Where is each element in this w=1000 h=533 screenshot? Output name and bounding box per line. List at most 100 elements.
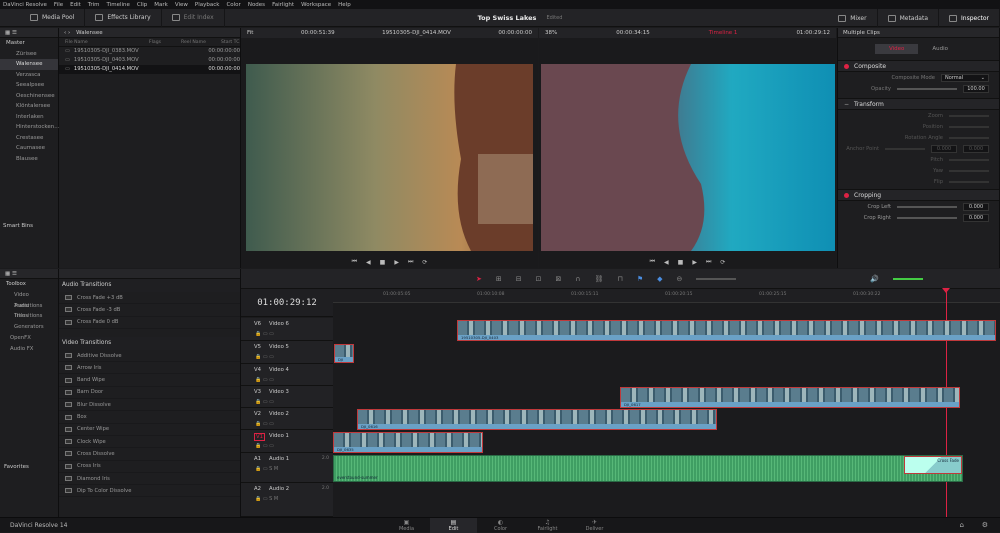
overwrite-icon[interactable]: ⊠ xyxy=(556,275,562,283)
bin-master[interactable]: Master xyxy=(0,38,58,49)
menu-item[interactable]: Timeline xyxy=(107,2,130,8)
transition-item[interactable]: Cross Fade 0 dB xyxy=(59,317,240,329)
transform-slider[interactable] xyxy=(949,125,989,128)
toolbox-item[interactable]: Video Transitions xyxy=(0,290,58,309)
page-tab-fairlight[interactable]: ♫ Fairlight xyxy=(524,518,571,533)
track-id[interactable]: V1 xyxy=(254,433,265,441)
cropping-section[interactable]: Cropping xyxy=(838,189,999,201)
transition-item[interactable]: Dip To Color Dissolve xyxy=(59,485,240,498)
transition-item[interactable]: Cross Fade +3 dB xyxy=(59,292,240,305)
page-tab-color[interactable]: ◐ Color xyxy=(477,518,524,533)
transition-item[interactable]: Cross Iris xyxy=(59,461,240,473)
track-controls-icon[interactable]: 🔒 ▭ S M xyxy=(255,496,278,502)
loop-icon[interactable]: ⟳ xyxy=(422,259,427,266)
track-controls-icon[interactable]: 🔒 ▭ ▭ xyxy=(255,399,274,405)
track-id[interactable]: A2 xyxy=(254,486,261,492)
bin-item[interactable]: Crestasee xyxy=(0,133,58,144)
tab-video[interactable]: Video xyxy=(874,44,919,54)
video-clip-v5[interactable]: DJI xyxy=(334,344,354,363)
track-id[interactable]: A1 xyxy=(254,456,261,462)
mixer-button[interactable]: Mixer xyxy=(828,9,878,27)
play-reverse-icon[interactable]: ◀ xyxy=(664,259,669,266)
transition-item[interactable]: Cross Fade -3 dB xyxy=(59,304,240,317)
enable-dot-icon[interactable] xyxy=(844,192,849,198)
menu-item[interactable]: Mark xyxy=(154,2,168,8)
timeline-name[interactable]: Timeline 1 xyxy=(709,30,738,36)
track-id[interactable]: V3 xyxy=(254,389,261,395)
track-controls-icon[interactable]: 🔒 ▭ ▭ xyxy=(255,443,274,449)
tab-audio[interactable]: Audio xyxy=(918,44,962,54)
track-id[interactable]: V4 xyxy=(254,367,261,373)
metadata-button[interactable]: Metadata xyxy=(878,9,939,27)
volume-icon[interactable]: 🔊 xyxy=(870,275,879,283)
menu-item[interactable]: Nodes xyxy=(248,2,265,8)
transform-section[interactable]: − Transform xyxy=(838,98,999,110)
track-id[interactable]: V5 xyxy=(254,344,261,350)
file-row[interactable]: ▭ 19510305-DJI_0414.MOV 00:00:00:00 xyxy=(59,65,240,74)
audio-transition[interactable]: Cross Fade xyxy=(904,456,962,474)
toolbox-item[interactable]: Generators xyxy=(0,322,58,333)
track-controls-icon[interactable]: 🔒 ▭ S M xyxy=(255,466,278,472)
bin-item[interactable]: Zürisee xyxy=(0,49,58,60)
trim-icon[interactable]: ⊞ xyxy=(496,275,502,283)
track-controls-icon[interactable]: 🔒 ▭ ▭ xyxy=(255,421,274,427)
video-clip-v6[interactable]: 19510305-DJI_0403 xyxy=(457,320,996,341)
chevron-left-icon[interactable]: ‹ › xyxy=(64,30,70,36)
source-zoom[interactable]: Fit xyxy=(247,30,253,36)
play-icon[interactable]: ▶ xyxy=(394,259,399,266)
bin-item[interactable]: Blausee xyxy=(0,154,58,165)
bin-item[interactable]: Hinterstocken... xyxy=(0,122,59,133)
transform-slider[interactable] xyxy=(949,180,989,183)
home-icon[interactable]: ⌂ xyxy=(960,521,964,529)
transform-slider[interactable] xyxy=(949,158,989,161)
source-clip-name[interactable]: 19510305-DJI_0414.MOV xyxy=(382,30,451,36)
transition-item[interactable]: Additive Dissolve xyxy=(59,350,240,363)
page-tab-deliver[interactable]: ✈ Deliver xyxy=(571,518,618,533)
composite-mode-select[interactable]: Normal ⌄ xyxy=(941,73,989,82)
timeline-zoom[interactable]: 38% xyxy=(545,30,557,36)
track-controls-icon[interactable]: 🔒 ▭ ▭ xyxy=(255,354,274,360)
edit-index-button[interactable]: Edit Index xyxy=(162,8,225,27)
collapse-icon[interactable]: − xyxy=(844,101,849,108)
skip-forward-icon[interactable]: ⏭ xyxy=(706,258,711,266)
skip-back-icon[interactable]: ⏮ xyxy=(650,258,655,266)
transform-slider[interactable] xyxy=(949,136,989,139)
transition-item[interactable]: Blur Dissolve xyxy=(59,399,240,412)
toolbox-item[interactable]: OpenFX xyxy=(0,333,58,344)
composite-section[interactable]: Composite xyxy=(838,60,999,72)
transition-item[interactable]: Center Wipe xyxy=(59,424,240,436)
video-clip-v3[interactable]: DJI_0617 xyxy=(620,387,960,408)
anchor-value[interactable]: 0.000 xyxy=(963,144,989,153)
menu-item[interactable]: Color xyxy=(226,2,240,8)
menu-item[interactable]: Playback xyxy=(195,2,220,8)
transition-item[interactable]: Diamond Iris xyxy=(59,473,240,486)
media-pool-button[interactable]: Media Pool xyxy=(0,8,86,27)
menu-item[interactable]: File xyxy=(54,2,63,8)
crop-right-slider[interactable] xyxy=(897,216,957,219)
audio-clip-a1[interactable]: everstound-summer Cross Fade xyxy=(333,455,963,482)
stop-icon[interactable]: ■ xyxy=(678,259,684,266)
file-row[interactable]: ▭ 19510305-DJI_0403.MOV 00:00:00:00 xyxy=(59,56,240,65)
toolbox-item[interactable]: Audio Transitions xyxy=(0,301,58,320)
link-icon[interactable]: ⛓ xyxy=(595,275,604,283)
toolbox-item[interactable]: Toolbox xyxy=(0,279,58,290)
zoom-slider[interactable] xyxy=(696,277,737,280)
bin-item[interactable]: Seealpsee xyxy=(0,80,58,91)
bin-item[interactable]: Verzasca xyxy=(0,70,58,81)
opacity-slider[interactable] xyxy=(897,87,957,90)
toolbox-item[interactable]: Audio FX xyxy=(0,344,58,355)
bin-item[interactable]: Klöntalersee xyxy=(0,101,58,112)
transform-slider[interactable] xyxy=(949,114,989,117)
menu-item[interactable]: Trim xyxy=(88,2,100,8)
timeline-ruler[interactable]: 01:00:05:05 01:00:10:08 01:00:15:11 01:00:2… xyxy=(333,289,1000,303)
track-id[interactable]: V2 xyxy=(254,411,261,417)
skip-forward-icon[interactable]: ⏭ xyxy=(408,258,413,266)
crop-left-slider[interactable] xyxy=(897,205,957,208)
stop-icon[interactable]: ■ xyxy=(380,259,386,266)
gear-icon[interactable]: ⚙ xyxy=(982,521,988,529)
track-id[interactable]: V6 xyxy=(254,321,261,327)
effects-library-button[interactable]: Effects Library xyxy=(85,8,162,27)
video-clip-v1[interactable]: DJI_0635 xyxy=(333,432,483,453)
anchor-value[interactable]: 0.000 xyxy=(931,144,957,153)
bin-item[interactable]: Caumasee xyxy=(0,143,58,154)
